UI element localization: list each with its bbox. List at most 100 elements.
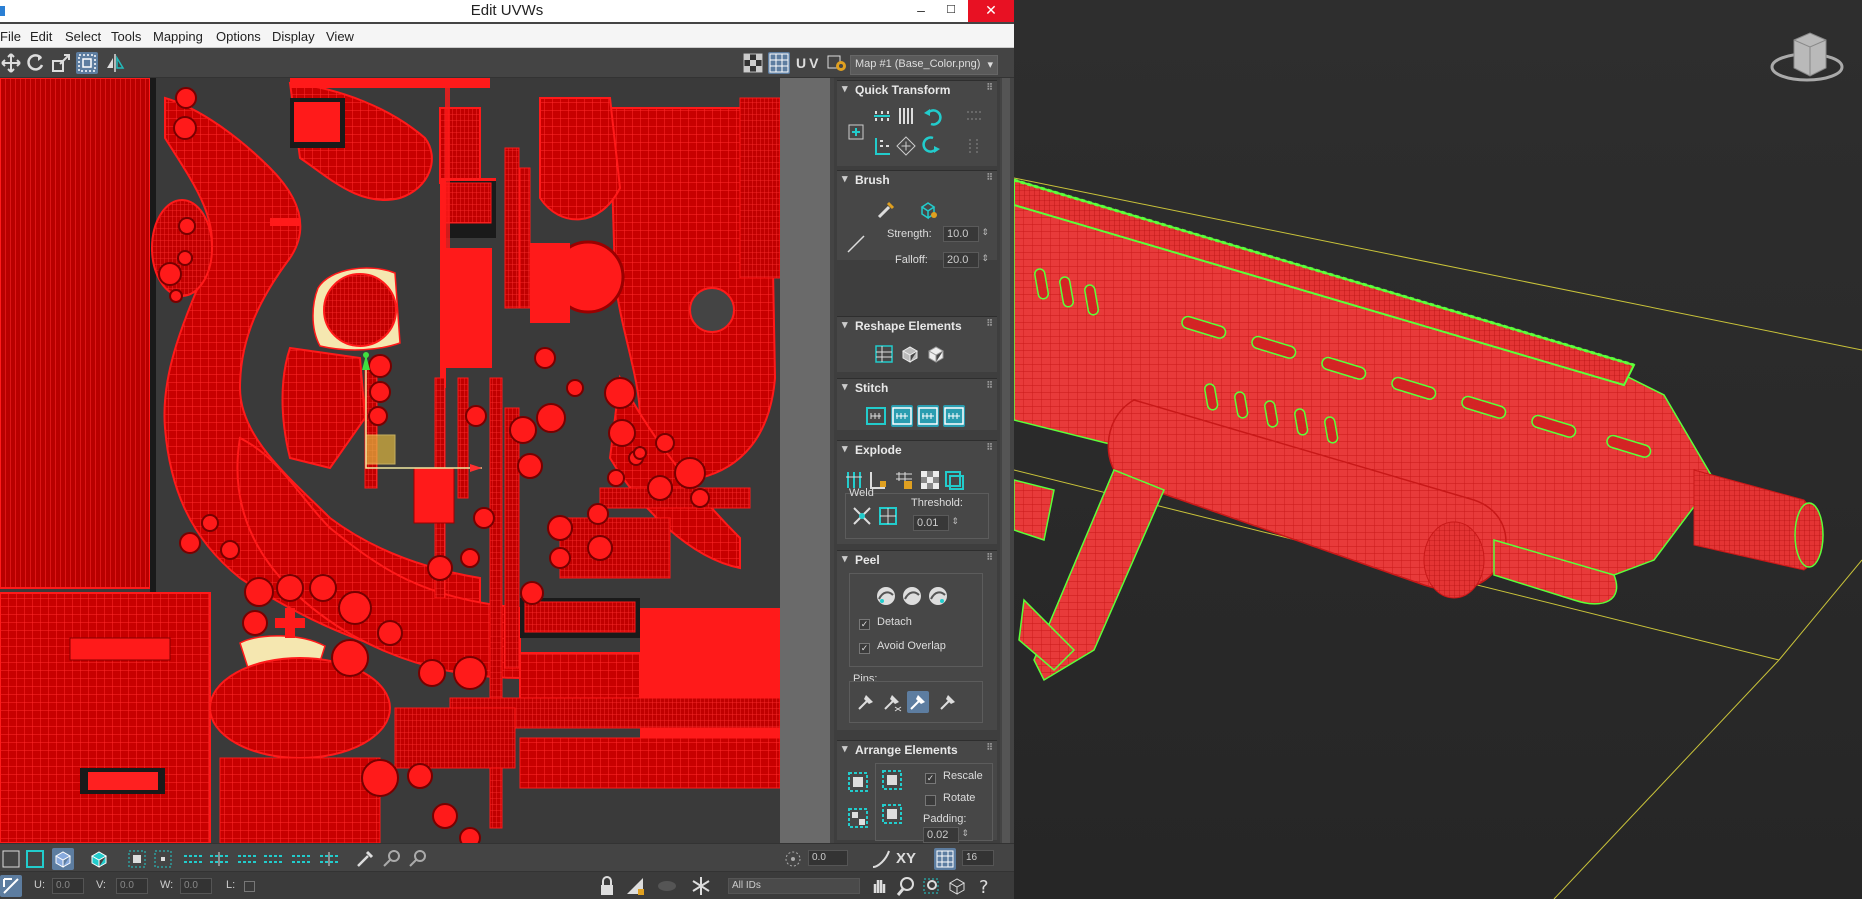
pack-custom-icon[interactable] xyxy=(881,769,903,791)
v-field[interactable]: 0.0 xyxy=(116,878,148,894)
flatten-by-polygon-icon[interactable] xyxy=(893,469,915,491)
rotate-icon[interactable] xyxy=(24,52,46,74)
freeze-icon[interactable] xyxy=(690,875,712,897)
3d-viewport[interactable] xyxy=(1014,0,1862,899)
grid-display-icon[interactable] xyxy=(768,52,790,74)
close-button[interactable]: ✕ xyxy=(968,0,1014,22)
brush-title[interactable]: Brush xyxy=(837,171,997,189)
align-corner-icon[interactable] xyxy=(871,135,893,157)
auto-pin-icon[interactable] xyxy=(907,691,929,713)
ring-shrink-icon[interactable] xyxy=(290,848,312,870)
rotate-checkbox[interactable] xyxy=(925,795,936,806)
brush-line-icon[interactable] xyxy=(845,233,867,255)
display-settings-icon[interactable] xyxy=(826,52,848,74)
scale-icon[interactable] xyxy=(50,52,72,74)
pan-icon[interactable] xyxy=(868,875,890,897)
reset-peel-icon[interactable] xyxy=(927,585,949,607)
weld-all-icon[interactable] xyxy=(877,505,899,527)
uv-editor-canvas[interactable] xyxy=(0,78,780,843)
explode-title[interactable]: Explode xyxy=(837,441,997,459)
grid-snap-icon[interactable] xyxy=(934,848,956,870)
show-icon[interactable] xyxy=(656,875,678,897)
peel-mode-icon[interactable] xyxy=(901,585,923,607)
align-dots-top-icon[interactable] xyxy=(963,105,985,127)
avoid-overlap-checkbox[interactable]: ✓ xyxy=(859,643,870,654)
loop-grow-icon[interactable] xyxy=(208,848,230,870)
paint-select-shrink-icon[interactable] xyxy=(406,848,428,870)
w-field[interactable]: 0.0 xyxy=(180,878,212,894)
stitch-to-source-icon[interactable] xyxy=(891,405,913,427)
point-to-point-icon[interactable] xyxy=(318,848,340,870)
u-field[interactable]: 0.0 xyxy=(52,878,84,894)
falloff-field[interactable]: 20.0 xyxy=(943,252,989,268)
lock-icon[interactable] xyxy=(596,875,618,897)
menu-display[interactable]: Display xyxy=(272,29,315,44)
pack-together-icon[interactable] xyxy=(847,807,869,829)
menu-options[interactable]: Options xyxy=(216,29,261,44)
menu-edit[interactable]: Edit xyxy=(30,29,52,44)
move-icon[interactable] xyxy=(0,52,22,74)
align-vertical-icon[interactable] xyxy=(895,105,917,127)
pack-normalize-icon[interactable] xyxy=(847,771,869,793)
shrink-selection-icon[interactable] xyxy=(152,848,174,870)
rotate-ccw-icon[interactable] xyxy=(921,105,943,127)
stitch-custom-icon[interactable] xyxy=(865,405,887,427)
map-select-dropdown[interactable]: Map #1 (Base_Color.png) xyxy=(850,55,998,75)
checker-icon[interactable] xyxy=(742,52,764,74)
weld-selected-icon[interactable] xyxy=(851,505,873,527)
soft-selection-icon[interactable] xyxy=(870,848,892,870)
stitch-to-target-icon[interactable] xyxy=(943,405,965,427)
hide-icon[interactable] xyxy=(624,875,646,897)
quick-transform-title[interactable]: Quick Transform xyxy=(837,81,997,99)
menu-view[interactable]: View xyxy=(326,29,354,44)
paint-select-grow-icon[interactable] xyxy=(380,848,402,870)
xy-axis-toggle[interactable]: XY xyxy=(896,850,916,867)
align-pivot-icon[interactable] xyxy=(845,121,867,143)
ring-grow-icon[interactable] xyxy=(262,848,284,870)
pin-icon[interactable] xyxy=(855,691,877,713)
relax-by-polygon-icon[interactable] xyxy=(925,343,947,365)
pack-rescale-icon[interactable] xyxy=(881,803,903,825)
l-checkbox[interactable] xyxy=(244,881,255,892)
edge-select-icon[interactable] xyxy=(24,848,46,870)
mirror-icon[interactable] xyxy=(104,52,126,74)
space-evenly-icon[interactable] xyxy=(895,135,917,157)
loop-select-icon[interactable] xyxy=(182,848,204,870)
uv-axis-label[interactable]: UV xyxy=(796,55,821,71)
angle-field[interactable]: 0.0 xyxy=(808,850,848,866)
relax-icon[interactable] xyxy=(899,343,921,365)
threshold-field[interactable]: 0.01 xyxy=(913,515,959,531)
flatten-by-smoothing-icon[interactable] xyxy=(919,469,941,491)
element-select-icon[interactable] xyxy=(88,848,110,870)
padding-field[interactable]: 0.02 xyxy=(923,827,969,843)
relax-brush-icon[interactable] xyxy=(917,199,939,221)
freeform-icon[interactable] xyxy=(76,52,98,74)
zoom-extents-icon[interactable] xyxy=(946,875,968,897)
polygon-select-icon[interactable] xyxy=(52,848,74,870)
paint-select-icon[interactable] xyxy=(354,848,376,870)
align-dots-bottom-icon[interactable] xyxy=(963,135,985,157)
grow-selection-icon[interactable] xyxy=(126,848,148,870)
rotate-cw-icon[interactable] xyxy=(921,135,943,157)
menu-file[interactable]: File xyxy=(0,29,21,44)
zoom-region-icon[interactable] xyxy=(920,875,942,897)
quick-peel-icon[interactable] xyxy=(875,585,897,607)
grid-size-field[interactable]: 16 xyxy=(962,850,994,866)
paint-brush-icon[interactable] xyxy=(875,199,897,221)
minimize-button[interactable]: – xyxy=(906,0,936,22)
detach-checkbox[interactable]: ✓ xyxy=(859,619,870,630)
stitch-title[interactable]: Stitch xyxy=(837,379,997,397)
flatten-by-material-icon[interactable] xyxy=(943,469,965,491)
canvas-scrollbar[interactable] xyxy=(780,78,830,843)
help-icon[interactable]: ? xyxy=(974,875,996,898)
peel-title[interactable]: Peel xyxy=(837,551,997,569)
reshape-elements-title[interactable]: Reshape Elements xyxy=(837,317,997,335)
select-pins-icon[interactable] xyxy=(937,691,959,713)
menu-tools[interactable]: Tools xyxy=(111,29,141,44)
strength-field[interactable]: 10.0 xyxy=(943,226,989,242)
ring-select-icon[interactable] xyxy=(236,848,258,870)
absolute-mode-icon[interactable] xyxy=(0,875,22,897)
straighten-icon[interactable] xyxy=(873,343,895,365)
menu-mapping[interactable]: Mapping xyxy=(153,29,203,44)
vertex-select-icon[interactable] xyxy=(0,848,22,870)
